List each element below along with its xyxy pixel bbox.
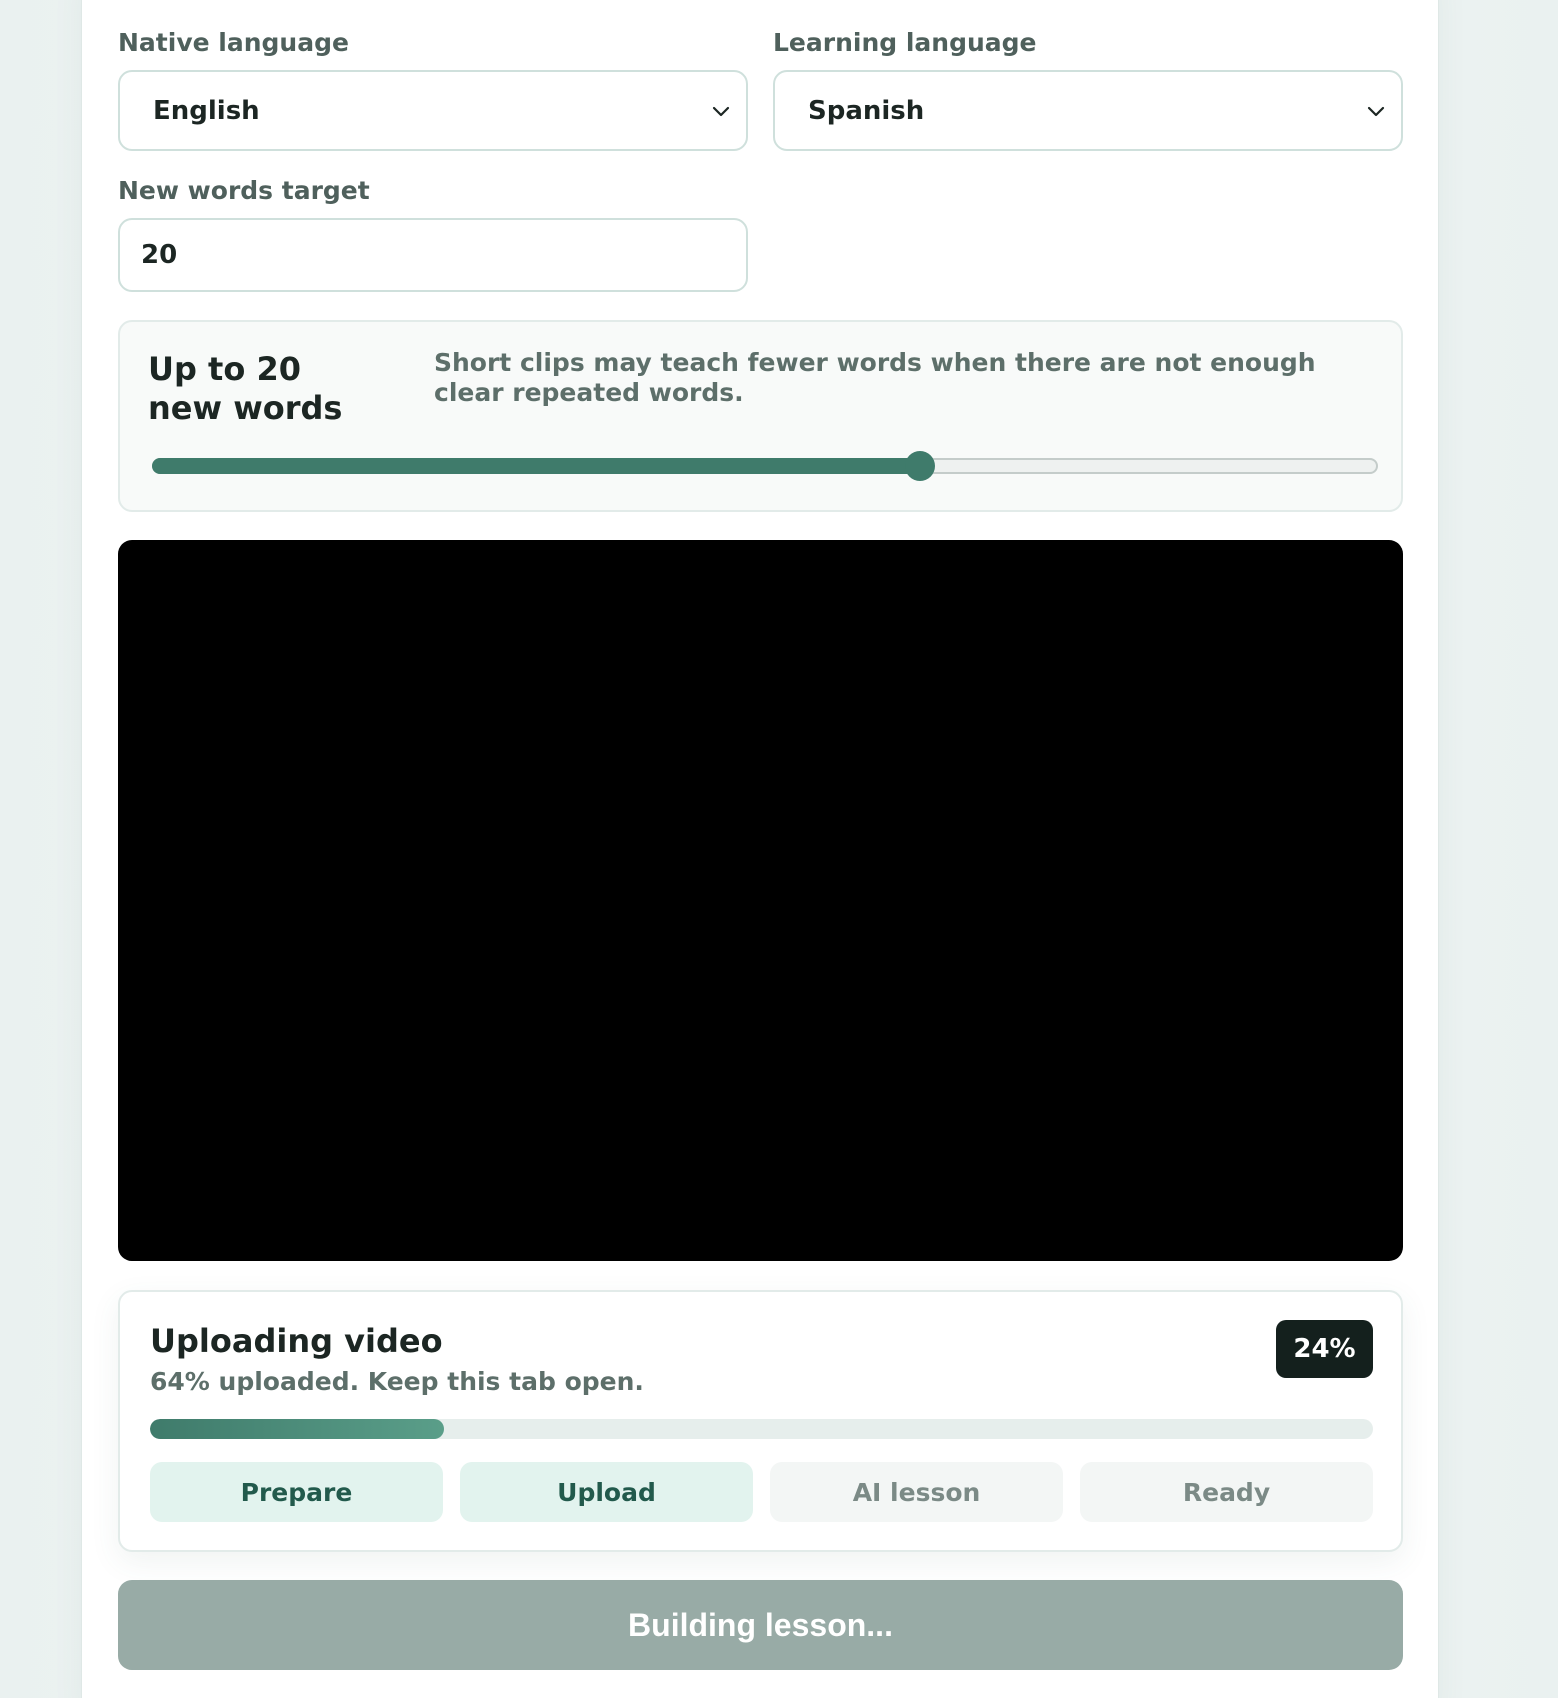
upload-subtitle: 64% uploaded. Keep this tab open. [150,1367,644,1396]
native-language-select[interactable]: English [118,70,748,151]
native-language-label: Native language [118,28,349,57]
upload-progress-fill [150,1419,444,1439]
words-slider-thumb[interactable] [905,451,936,481]
upload-status-card: Uploading video 64% uploaded. Keep this … [118,1290,1403,1552]
words-slider-fill [152,458,921,474]
new-words-target-input[interactable]: 20 [118,218,748,292]
learning-language-label: Learning language [773,28,1037,57]
page: Native language English Learning languag… [0,0,1558,1698]
step-upload: Upload [460,1462,753,1522]
upload-progress-bar [150,1419,1373,1439]
words-panel-title: Up to 20 new words [148,350,343,427]
new-words-target-label: New words target [118,176,370,205]
native-language-value: English [153,95,260,126]
new-words-target-value: 20 [141,240,178,270]
upload-title: Uploading video [150,1322,443,1360]
learning-language-select[interactable]: Spanish [773,70,1403,151]
progress-percent-badge: 24% [1276,1320,1373,1378]
words-panel-hint: Short clips may teach fewer words when t… [434,348,1316,407]
words-slider[interactable] [152,451,1378,481]
chevron-down-icon [1367,106,1385,116]
chevron-down-icon [712,106,730,116]
step-ai-lesson: AI lesson [770,1462,1063,1522]
upload-steps: Prepare Upload AI lesson Ready [150,1462,1373,1522]
step-ready: Ready [1080,1462,1373,1522]
build-lesson-button[interactable]: Building lesson... [118,1580,1403,1670]
step-prepare: Prepare [150,1462,443,1522]
words-target-panel: Up to 20 new words Short clips may teach… [118,320,1403,512]
learning-language-value: Spanish [808,95,925,126]
video-preview[interactable] [118,540,1403,1261]
